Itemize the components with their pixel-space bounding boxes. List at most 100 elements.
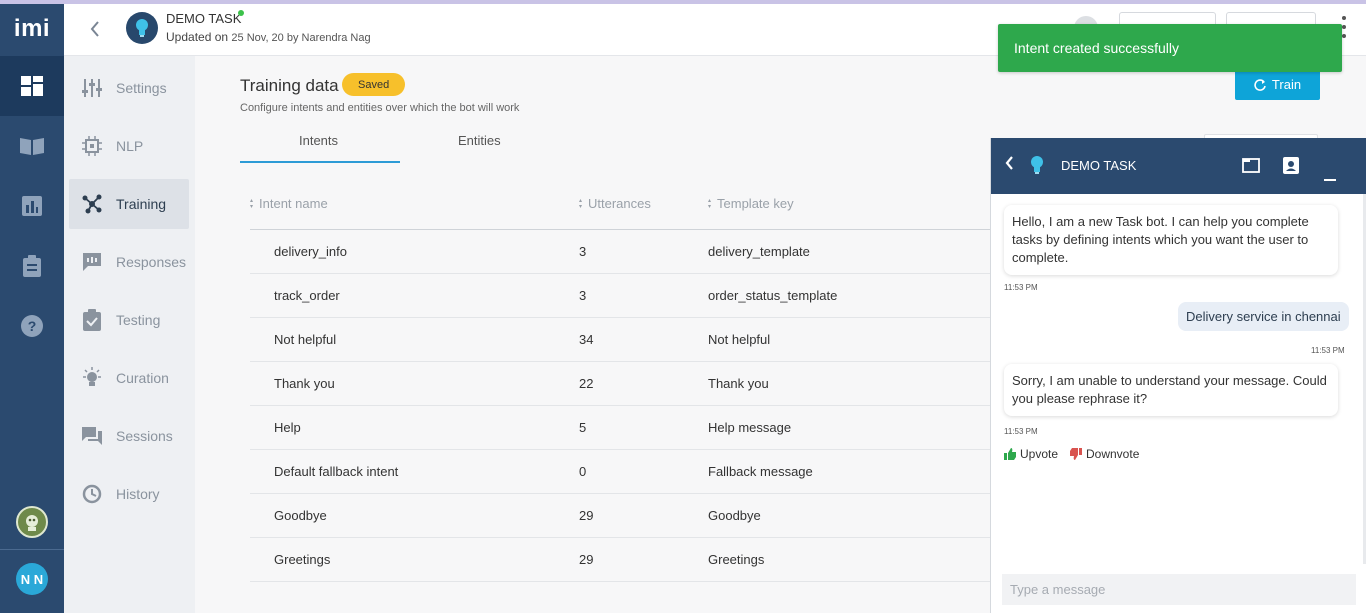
cell-template-key: Goodbye bbox=[708, 508, 761, 523]
upvote-button[interactable]: Upvote bbox=[1004, 447, 1058, 461]
tab-intents[interactable]: Intents bbox=[299, 133, 338, 148]
rail-item-book[interactable] bbox=[0, 116, 64, 176]
cell-intent-name: Default fallback intent bbox=[274, 464, 399, 479]
refresh-icon bbox=[1254, 78, 1266, 91]
bot-title: DEMO TASK bbox=[166, 11, 242, 26]
sidebar-item-training[interactable]: Training bbox=[69, 179, 189, 229]
table-row[interactable]: Not helpful 34 Not helpful bbox=[250, 318, 1010, 362]
chat-widget: DEMO TASK Hello, I am a new Task bot. I … bbox=[990, 138, 1366, 613]
column-header-intent-name[interactable]: ▴ ▾ Intent name bbox=[250, 196, 328, 211]
sidebar-item-label: Testing bbox=[116, 312, 161, 328]
cell-template-key: Not helpful bbox=[708, 332, 771, 347]
cell-intent-name: Goodbye bbox=[274, 508, 327, 523]
page-description: Configure intents and entities over whic… bbox=[240, 102, 520, 114]
sidebar-item-label: Curation bbox=[116, 370, 169, 386]
cell-utterances: 3 bbox=[579, 288, 587, 303]
tab-entities[interactable]: Entities bbox=[458, 133, 501, 148]
app-logo[interactable]: imi bbox=[0, 4, 64, 54]
rail-divider bbox=[0, 549, 64, 550]
sidebar-item-label: Training bbox=[116, 196, 167, 212]
downvote-button[interactable]: Downvote bbox=[1070, 447, 1139, 461]
chevron-left-icon bbox=[1005, 156, 1013, 170]
table-header: ▴ ▾ Intent name ▴ ▾ Utterances ▴ ▾ Template… bbox=[250, 184, 1010, 230]
sidebar-item-label: Sessions bbox=[116, 428, 173, 444]
chip-icon bbox=[79, 136, 105, 156]
sidebar-item-testing[interactable]: Testing bbox=[69, 295, 189, 345]
clipboard-icon bbox=[23, 255, 41, 277]
rail-item-dashboard[interactable] bbox=[0, 56, 64, 116]
help-icon: ? bbox=[21, 315, 43, 337]
table-row[interactable]: track_order 3 order_status_template bbox=[250, 274, 1010, 318]
bot-message: Sorry, I am unable to understand your me… bbox=[1004, 364, 1338, 416]
sidebar-item-responses[interactable]: Responses bbox=[69, 237, 189, 287]
cell-intent-name: Thank you bbox=[274, 376, 335, 391]
online-status-dot bbox=[238, 10, 244, 16]
table-row[interactable]: Thank you 22 Thank you bbox=[250, 362, 1010, 406]
table-row[interactable]: Help 5 Help message bbox=[250, 406, 1010, 450]
updated-prefix: Updated on bbox=[166, 30, 229, 44]
user-message: Delivery service in chennai bbox=[1178, 302, 1349, 331]
cell-utterances: 0 bbox=[579, 464, 587, 479]
cell-utterances: 22 bbox=[579, 376, 594, 391]
clipboard-check-icon bbox=[79, 309, 105, 331]
dashboard-icon bbox=[21, 76, 43, 96]
status-badge: Saved bbox=[342, 73, 406, 96]
updated-info: Updated on 25 Nov, 20 by Narendra Nag bbox=[166, 30, 371, 44]
cell-intent-name: track_order bbox=[274, 288, 340, 303]
active-tab-indicator bbox=[240, 161, 400, 163]
thumbs-up-icon bbox=[1004, 448, 1016, 460]
sidebar-item-label: Settings bbox=[116, 80, 167, 96]
success-toast[interactable]: Intent created successfully bbox=[998, 24, 1342, 72]
rail-item-tasks[interactable] bbox=[0, 236, 64, 296]
chat-title: DEMO TASK bbox=[1061, 158, 1137, 173]
app-rail: imi ? N N bbox=[0, 0, 64, 613]
upvote-label: Upvote bbox=[1020, 447, 1059, 461]
chat-back-button[interactable] bbox=[1005, 156, 1014, 175]
sidebar-item-sessions[interactable]: Sessions bbox=[69, 411, 189, 461]
sidebar-item-history[interactable]: History bbox=[69, 469, 189, 519]
train-button[interactable]: Train bbox=[1235, 69, 1320, 100]
downvote-label: Downvote bbox=[1086, 447, 1140, 461]
page-title: Training data bbox=[240, 76, 339, 95]
cell-template-key: Thank you bbox=[708, 376, 769, 391]
sidebar-item-label: Responses bbox=[116, 254, 187, 270]
sort-icon: ▴ ▾ bbox=[708, 197, 712, 210]
table-row[interactable]: Default fallback intent 0 Fallback messa… bbox=[250, 450, 1010, 494]
train-button-label: Train bbox=[1271, 77, 1302, 92]
cell-template-key: order_status_template bbox=[708, 288, 838, 303]
bot-avatar[interactable] bbox=[16, 506, 48, 538]
message-timestamp: 11:53 PM bbox=[1004, 283, 1038, 292]
folder-icon[interactable] bbox=[1242, 157, 1260, 178]
sidebar-item-curation[interactable]: Curation bbox=[69, 353, 189, 403]
network-icon bbox=[79, 194, 105, 214]
sort-icon: ▴ ▾ bbox=[250, 197, 254, 210]
lightbulb-icon bbox=[1029, 155, 1045, 180]
contact-card-icon[interactable] bbox=[1283, 157, 1299, 179]
table-row[interactable]: Goodbye 29 Goodbye bbox=[250, 494, 1010, 538]
sliders-icon bbox=[79, 78, 105, 98]
message-timestamp: 11:53 PM bbox=[1004, 427, 1038, 436]
minimize-icon[interactable] bbox=[1324, 169, 1336, 187]
updated-detail: 25 Nov, 20 by Narendra Nag bbox=[231, 32, 371, 44]
back-button[interactable] bbox=[84, 18, 106, 40]
bot-logo bbox=[126, 12, 158, 44]
user-avatar[interactable]: N N bbox=[16, 563, 48, 595]
chat-message-input[interactable] bbox=[1002, 574, 1356, 605]
sort-icon: ▴ ▾ bbox=[579, 197, 583, 210]
table-row[interactable]: Greetings 29 Greetings bbox=[250, 538, 1010, 582]
cell-template-key: Help message bbox=[708, 420, 792, 435]
cell-utterances: 34 bbox=[579, 332, 594, 347]
table-row[interactable]: delivery_info 3 delivery_template bbox=[250, 230, 1010, 274]
cell-intent-name: delivery_info bbox=[274, 244, 347, 259]
cell-intent-name: Greetings bbox=[274, 552, 331, 567]
sidebar-item-label: History bbox=[116, 486, 160, 502]
rail-item-analytics[interactable] bbox=[0, 176, 64, 236]
column-header-utterances[interactable]: ▴ ▾ Utterances bbox=[579, 196, 651, 211]
message-icon bbox=[79, 252, 105, 272]
sidebar-item-nlp[interactable]: NLP bbox=[69, 121, 189, 171]
rail-item-help[interactable]: ? bbox=[0, 296, 64, 356]
column-header-template-key[interactable]: ▴ ▾ Template key bbox=[708, 196, 794, 211]
sidebar-item-settings[interactable]: Settings bbox=[69, 63, 189, 113]
robot-icon bbox=[26, 515, 38, 531]
chevron-left-icon bbox=[90, 21, 99, 37]
